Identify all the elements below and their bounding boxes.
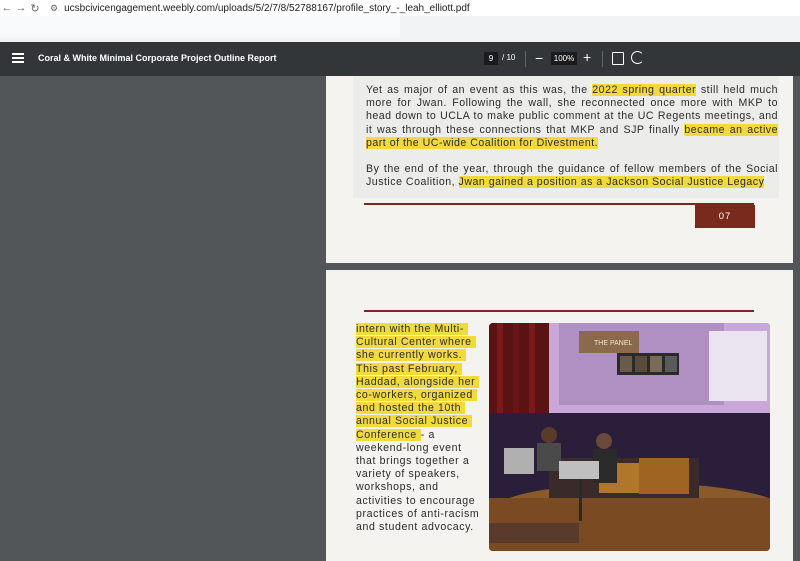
highlight: intern with the Multi- [356, 323, 468, 335]
conference-photo: THE PANEL [489, 323, 770, 551]
toolbar-divider [525, 51, 526, 67]
document-title: Coral & White Minimal Corporate Project … [38, 53, 277, 63]
highlight: and hosted the 10th [356, 402, 466, 415]
highlight: Jwan gained a position as a Jackson Soci… [458, 176, 765, 189]
pdf-page: Yet as major of an event as this was, th… [326, 76, 793, 263]
highlight: This past February, [356, 362, 462, 375]
site-info-icon[interactable]: ⚙ [50, 3, 58, 14]
highlight: Cultural Center where [356, 336, 476, 349]
highlight: Haddad, alongside her [356, 375, 480, 388]
paragraph: By the end of the year, through the guid… [366, 163, 778, 189]
highlight: she currently works. [356, 349, 467, 362]
highlight: 2022 spring quarter [592, 84, 697, 96]
paragraph: Yet as major of an event as this was, th… [366, 84, 778, 149]
paragraph: intern with the Multi- Cultural Center w… [356, 323, 480, 534]
menu-icon[interactable] [12, 53, 24, 63]
zoom-in-icon[interactable]: + [583, 49, 591, 65]
divider-line [364, 310, 754, 312]
toolbar-divider [602, 51, 603, 67]
fit-to-page-icon[interactable] [612, 52, 624, 65]
pdf-viewer[interactable]: Yet as major of an event as this was, th… [0, 76, 800, 561]
browser-address-bar: ← → ↻ ⚙ ucsbcivicengagement.weebly.com/u… [0, 0, 800, 16]
photo-sign-text: THE PANEL [594, 340, 632, 347]
pdf-page: intern with the Multi- Cultural Center w… [326, 270, 793, 561]
page-number-badge: 07 [695, 205, 755, 228]
pdf-toolbar: Coral & White Minimal Corporate Project … [0, 42, 800, 76]
page-total: / 10 [502, 53, 516, 62]
zoom-out-icon[interactable]: − [535, 50, 543, 66]
reload-icon[interactable]: ↻ [28, 2, 42, 15]
zoom-level-input[interactable]: 100% [551, 52, 577, 65]
back-arrow-icon[interactable]: ← [0, 2, 14, 14]
highlight: annual Social Justice [356, 415, 473, 428]
forward-arrow-icon[interactable]: → [14, 2, 28, 14]
highlight: co-workers, organized [356, 389, 477, 402]
page-number-input[interactable]: 9 [484, 52, 498, 65]
highlight: Conference [356, 428, 421, 441]
bookmarks-strip [0, 16, 400, 38]
rotate-icon[interactable] [631, 51, 644, 64]
bookmarks-bar [0, 16, 800, 42]
url-text[interactable]: ucsbcivicengagement.weebly.com/uploads/5… [64, 3, 470, 14]
